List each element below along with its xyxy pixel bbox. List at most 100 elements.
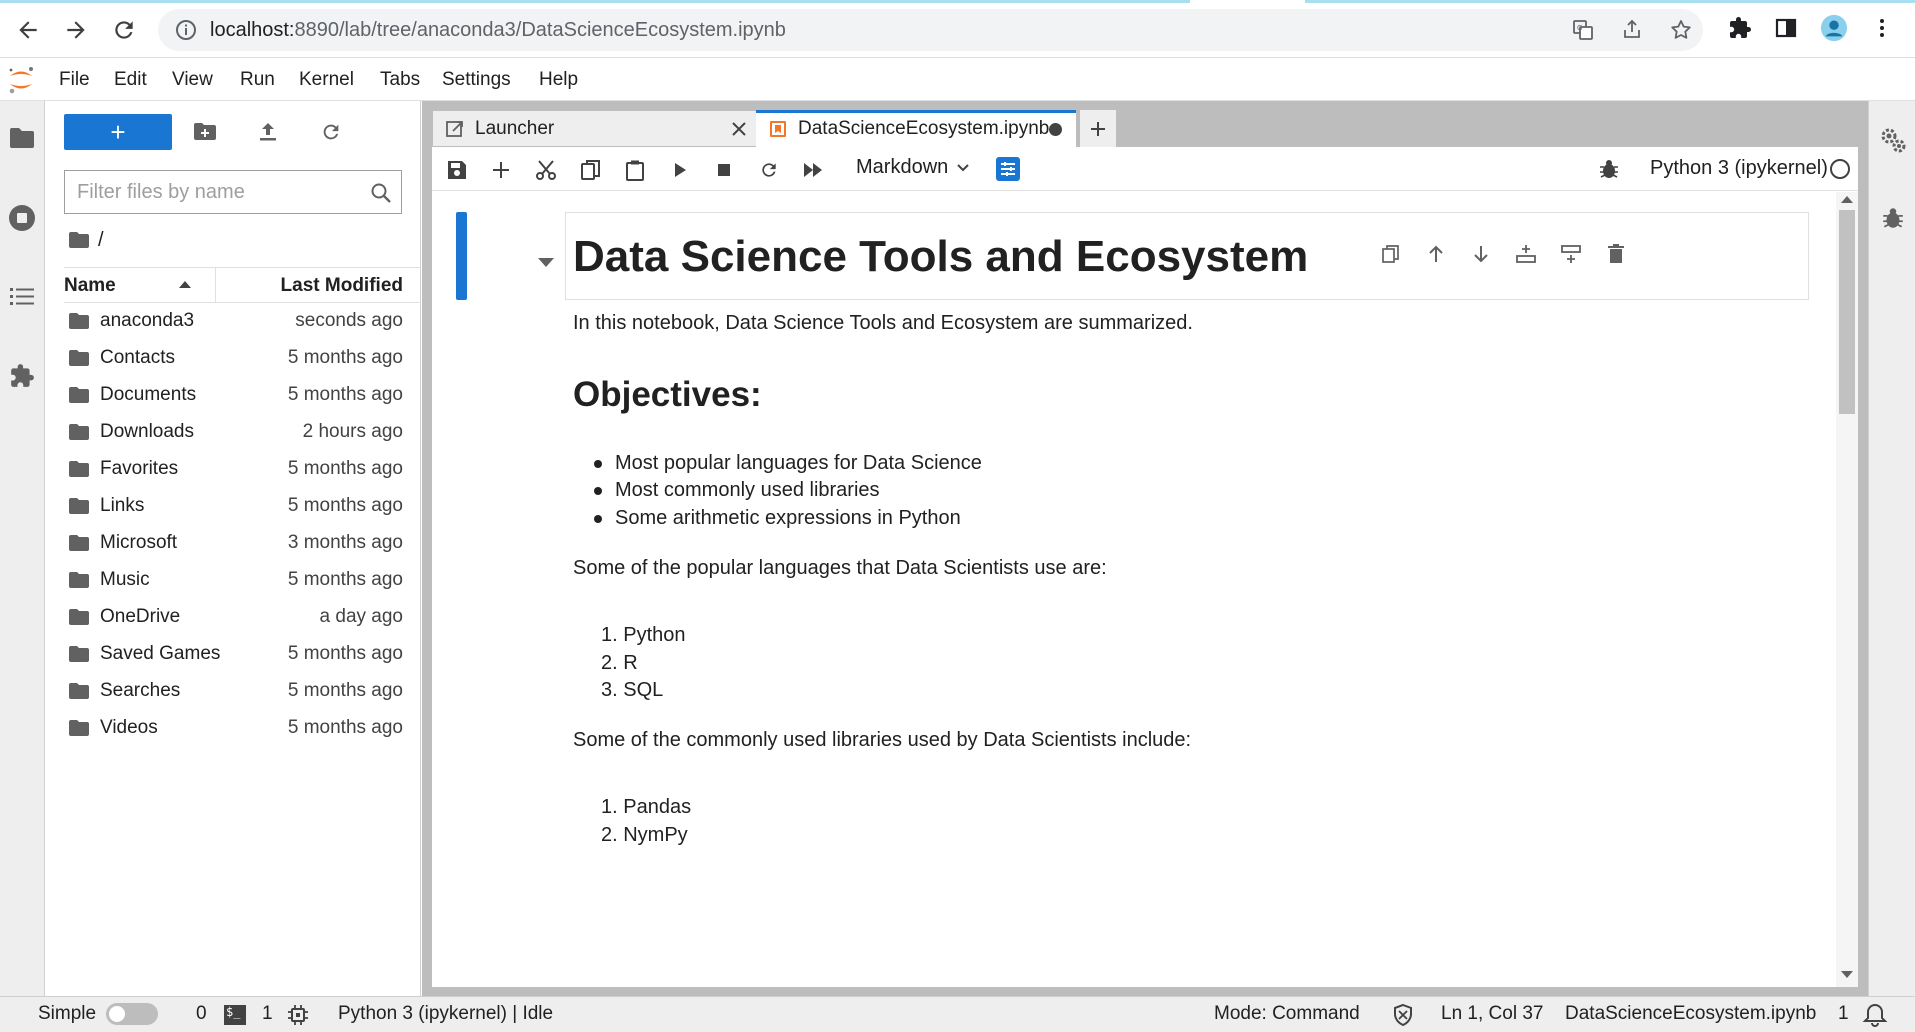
refresh-icon[interactable]	[316, 117, 346, 147]
move-cell-down-icon[interactable]	[1468, 241, 1494, 267]
menu-run[interactable]: Run	[240, 69, 275, 91]
file-row[interactable]: Downloads 2 hours ago	[64, 415, 421, 452]
close-icon[interactable]	[729, 119, 749, 139]
mode-indicator[interactable]: Mode: Command	[1214, 1003, 1360, 1025]
notification-bell-icon[interactable]	[1862, 1002, 1888, 1028]
share-icon[interactable]	[1620, 18, 1644, 42]
terminal-count[interactable]: 1	[262, 1003, 273, 1025]
extension-manager-puzzle-icon[interactable]	[7, 361, 37, 391]
folder-icon	[68, 645, 90, 663]
side-panel-icon[interactable]	[1772, 14, 1800, 42]
copy-icon[interactable]	[578, 157, 604, 183]
paste-clipboard-icon[interactable]	[622, 157, 648, 183]
duplicate-cell-icon[interactable]	[1378, 241, 1404, 267]
menu-help[interactable]: Help	[539, 69, 578, 91]
notebook-scrollbar[interactable]	[1836, 192, 1858, 987]
profile-avatar-icon[interactable]	[1820, 14, 1848, 42]
file-name: Favorites	[100, 458, 179, 479]
reload-icon[interactable]	[106, 12, 142, 48]
unsaved-changes-dot-icon[interactable]	[1049, 123, 1062, 136]
simple-mode-toggle[interactable]	[106, 1003, 158, 1025]
notification-count[interactable]: 1	[1838, 1003, 1849, 1025]
menu-edit[interactable]: Edit	[114, 69, 147, 91]
folder-icon	[68, 608, 90, 626]
objectives-heading: Objectives:	[573, 375, 762, 414]
run-all-fast-forward-icon[interactable]	[800, 157, 826, 183]
collapse-heading-caret-icon[interactable]	[538, 258, 554, 267]
cursor-position[interactable]: Ln 1, Col 37	[1441, 1003, 1543, 1025]
new-folder-icon[interactable]	[190, 117, 220, 147]
restart-kernel-icon[interactable]	[756, 157, 782, 183]
active-cell-indicator[interactable]	[456, 212, 467, 300]
trusted-shield-icon[interactable]	[1392, 1003, 1414, 1027]
kernel-count[interactable]: 0	[196, 1003, 207, 1025]
site-info-icon[interactable]	[174, 18, 198, 42]
running-kernels-icon[interactable]	[7, 203, 37, 233]
home-folder-icon[interactable]	[68, 231, 90, 249]
add-tab-button[interactable]	[1080, 110, 1116, 147]
file-row[interactable]: Saved Games 5 months ago	[64, 637, 421, 674]
menu-tabs[interactable]: Tabs	[380, 69, 420, 91]
column-header-name[interactable]: Name	[64, 268, 216, 302]
property-inspector-icon[interactable]	[996, 157, 1020, 181]
scroll-up-arrow-icon[interactable]	[1841, 196, 1853, 203]
menu-view[interactable]: View	[172, 69, 213, 91]
kernel-status-text[interactable]: Python 3 (ipykernel) | Idle	[338, 1003, 553, 1025]
file-row[interactable]: anaconda3 seconds ago	[64, 304, 421, 341]
insert-cell-above-icon[interactable]	[1513, 241, 1539, 267]
interrupt-stop-icon[interactable]	[711, 157, 737, 183]
back-icon[interactable]	[10, 12, 46, 48]
file-row[interactable]: Links 5 months ago	[64, 489, 421, 526]
language-item: 2. R	[601, 652, 638, 674]
right-sidebar-tabs	[1868, 101, 1915, 996]
file-row[interactable]: Searches 5 months ago	[64, 674, 421, 711]
browser-menu-icon[interactable]	[1868, 14, 1896, 42]
run-cell-play-icon[interactable]	[667, 157, 693, 183]
upload-icon[interactable]	[253, 117, 283, 147]
filter-files-input[interactable]	[77, 180, 357, 204]
kernel-name-button[interactable]: Python 3 (ipykernel)	[1650, 157, 1828, 180]
menu-settings[interactable]: Settings	[442, 69, 511, 91]
debugger-bug-icon[interactable]	[1597, 157, 1621, 181]
cut-scissors-icon[interactable]	[533, 157, 559, 183]
table-of-contents-icon[interactable]	[7, 282, 37, 312]
filter-files-field[interactable]	[64, 170, 402, 214]
file-modified: 5 months ago	[287, 717, 403, 738]
new-launcher-button[interactable]: +	[64, 114, 172, 150]
column-header-last-modified[interactable]: Last Modified	[281, 275, 403, 297]
address-bar[interactable]: localhost:8890/lab/tree/anaconda3/DataSc…	[158, 9, 1703, 51]
file-row[interactable]: OneDrive a day ago	[64, 600, 421, 637]
current-file-name[interactable]: DataScienceEcosystem.ipynb	[1565, 1003, 1816, 1025]
cell-type-dropdown[interactable]: Markdown	[856, 156, 970, 179]
bookmark-star-icon[interactable]	[1669, 18, 1693, 42]
scroll-down-arrow-icon[interactable]	[1841, 971, 1853, 978]
breadcrumb-root[interactable]: /	[98, 229, 104, 252]
file-row[interactable]: Documents 5 months ago	[64, 378, 421, 415]
file-row[interactable]: Contacts 5 months ago	[64, 341, 421, 378]
insert-cell-plus-icon[interactable]	[488, 157, 514, 183]
insert-cell-below-icon[interactable]	[1558, 241, 1584, 267]
move-cell-up-icon[interactable]	[1423, 241, 1449, 267]
menu-file[interactable]: File	[59, 69, 90, 91]
forward-icon[interactable]	[58, 12, 94, 48]
kernel-chip-icon[interactable]	[287, 1004, 309, 1026]
debugger-bug-icon[interactable]	[1878, 203, 1908, 233]
save-icon[interactable]	[444, 157, 470, 183]
file-row[interactable]: Videos 5 months ago	[64, 711, 421, 748]
terminal-icon[interactable]: $_	[224, 1005, 246, 1025]
tab-notebook[interactable]: DataScienceEcosystem.ipynb	[756, 110, 1076, 147]
extensions-puzzle-icon[interactable]	[1726, 14, 1754, 42]
property-inspector-gears-icon[interactable]	[1878, 125, 1908, 155]
scrollbar-thumb[interactable]	[1839, 210, 1855, 414]
file-row[interactable]: Favorites 5 months ago	[64, 452, 421, 489]
file-browser-folder-icon[interactable]	[7, 123, 37, 153]
delete-cell-trash-icon[interactable]	[1603, 241, 1629, 267]
menu-kernel[interactable]: Kernel	[299, 69, 354, 91]
translate-icon[interactable]: G	[1571, 18, 1595, 42]
search-icon	[369, 181, 393, 205]
notebook-content[interactable]: Data Science Tools and Ecosystem In this…	[432, 192, 1858, 987]
url-text[interactable]: localhost:8890/lab/tree/anaconda3/DataSc…	[210, 19, 786, 42]
tab-launcher[interactable]: Launcher	[432, 110, 762, 147]
file-row[interactable]: Music 5 months ago	[64, 563, 421, 600]
file-row[interactable]: Microsoft 3 months ago	[64, 526, 421, 563]
